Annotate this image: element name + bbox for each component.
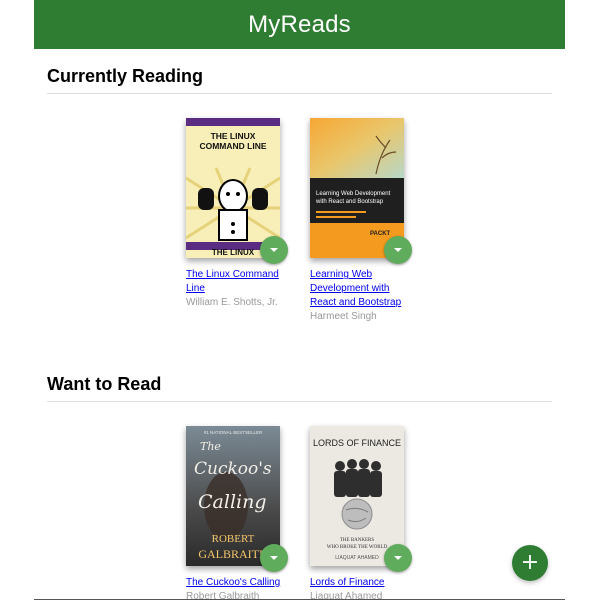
svg-text:THE LINUX: THE LINUX <box>212 248 255 257</box>
caret-down-icon <box>394 556 402 560</box>
svg-text:LIAQUAT AHAMED: LIAQUAT AHAMED <box>335 555 379 561</box>
shelf-changer-button[interactable] <box>260 544 288 572</box>
svg-text:ROBERT: ROBERT <box>212 533 255 545</box>
book-title-link[interactable]: Lords of Finance <box>310 576 410 590</box>
book-lords-of-finance: LORDS OF FINANCE THE BANKERS WHO BROKE T… <box>310 426 420 600</box>
caret-down-icon <box>270 556 278 560</box>
svg-text:with React and Bootstrap: with React and Bootstrap <box>315 199 384 205</box>
svg-text:THE BANKERS: THE BANKERS <box>340 538 375 543</box>
svg-text:THE LINUX: THE LINUX <box>211 131 256 141</box>
app-frame: MyReads Currently Reading THE LINUX COMM… <box>34 0 565 600</box>
shelf-changer-button[interactable] <box>260 236 288 264</box>
svg-text:PACKT: PACKT <box>370 231 391 237</box>
app-title: MyReads <box>248 10 351 38</box>
book-title-link[interactable]: The Linux Command Line <box>186 268 286 296</box>
book-linux-command-line: THE LINUX COMMAND LINE THE LINUX The Lin… <box>186 118 296 310</box>
shelf-title-currently-reading: Currently Reading <box>47 66 552 94</box>
svg-text:#1 NATIONAL BESTSELLER: #1 NATIONAL BESTSELLER <box>204 430 263 435</box>
book-title-link[interactable]: Learning Web Development with React and … <box>310 268 410 310</box>
svg-text:COMMAND LINE: COMMAND LINE <box>199 141 266 151</box>
shelf-changer-button[interactable] <box>384 236 412 264</box>
book-author: William E. Shotts, Jr. <box>186 297 278 308</box>
book-title-link[interactable]: The Cuckoo's Calling <box>186 576 286 590</box>
svg-text:Cuckoo's: Cuckoo's <box>194 459 272 479</box>
svg-text:LORDS OF FINANCE: LORDS OF FINANCE <box>313 438 401 448</box>
svg-text:Learning Web Development: Learning Web Development <box>316 191 391 197</box>
plus-icon: + <box>520 550 540 575</box>
add-book-button[interactable]: + <box>512 545 548 581</box>
book-learning-web-development: Learning Web Development with React and … <box>310 118 420 324</box>
book-cuckoos-calling: #1 NATIONAL BESTSELLER The Cuckoo's Call… <box>186 426 296 600</box>
caret-down-icon <box>270 248 278 252</box>
svg-text:WHO BROKE THE WORLD: WHO BROKE THE WORLD <box>327 545 388 550</box>
svg-text:Calling: Calling <box>198 491 267 513</box>
svg-text:GALBRAITH: GALBRAITH <box>198 547 268 561</box>
caret-down-icon <box>394 248 402 252</box>
app-header: MyReads <box>34 0 565 49</box>
book-author: Harmeet Singh <box>310 311 377 322</box>
svg-text:The: The <box>200 440 221 453</box>
shelf-changer-button[interactable] <box>384 544 412 572</box>
shelf-title-want-to-read: Want to Read <box>47 374 552 402</box>
